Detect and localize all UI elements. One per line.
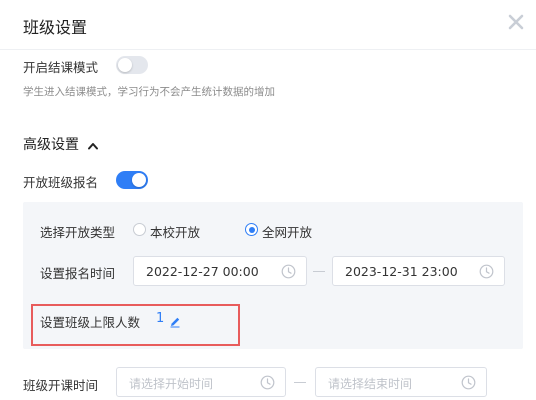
end-class-mode-hint: 学生进入结课模式，学习行为不会产生统计数据的增加	[23, 86, 275, 98]
enroll-start-date-value: 2022-12-27 00:00	[146, 264, 259, 279]
enroll-start-date-picker[interactable]: 2022-12-27 00:00	[133, 256, 307, 286]
enroll-time-label: 设置报名时间	[40, 266, 116, 281]
enroll-end-date-value: 2023-12-31 23:00	[345, 264, 458, 279]
end-class-mode-label: 开启结课模式	[23, 60, 99, 75]
date-range-separator	[313, 271, 325, 272]
class-end-placeholder: 请选择结束时间	[328, 377, 413, 391]
clock-icon	[461, 375, 476, 390]
chevron-up-icon[interactable]	[87, 137, 99, 150]
clock-icon	[281, 264, 296, 279]
toggle-knob	[118, 58, 132, 72]
max-students-label: 设置班级上限人数	[40, 315, 141, 330]
class-start-placeholder: 请选择开始时间	[129, 377, 214, 391]
dialog-title: 班级设置	[23, 18, 88, 37]
enroll-end-date-picker[interactable]: 2023-12-31 23:00	[332, 256, 505, 286]
max-students-value: 1	[156, 311, 165, 326]
end-class-mode-toggle[interactable]	[116, 56, 148, 74]
advanced-settings-title: 高级设置	[23, 137, 79, 153]
class-time-label: 班级开课时间	[23, 378, 99, 393]
radio-school-open[interactable]	[133, 223, 146, 236]
open-type-label: 选择开放类型	[40, 225, 116, 240]
radio-network-open-label[interactable]: 全网开放	[262, 222, 312, 241]
clock-icon	[479, 264, 494, 279]
clock-icon	[260, 375, 275, 390]
radio-school-open-label[interactable]: 本校开放	[150, 222, 200, 241]
class-start-date-picker[interactable]: 请选择开始时间	[116, 367, 286, 397]
class-end-date-picker[interactable]: 请选择结束时间	[315, 367, 487, 397]
radio-network-open[interactable]	[245, 223, 258, 236]
open-enrollment-toggle[interactable]	[116, 171, 148, 189]
edit-icon[interactable]	[169, 313, 181, 328]
open-enrollment-label: 开放班级报名	[23, 175, 99, 190]
toggle-knob	[132, 173, 146, 187]
close-icon[interactable]	[506, 12, 526, 32]
dialog-header: 班级设置	[0, 0, 536, 50]
date-range-separator	[294, 382, 306, 383]
